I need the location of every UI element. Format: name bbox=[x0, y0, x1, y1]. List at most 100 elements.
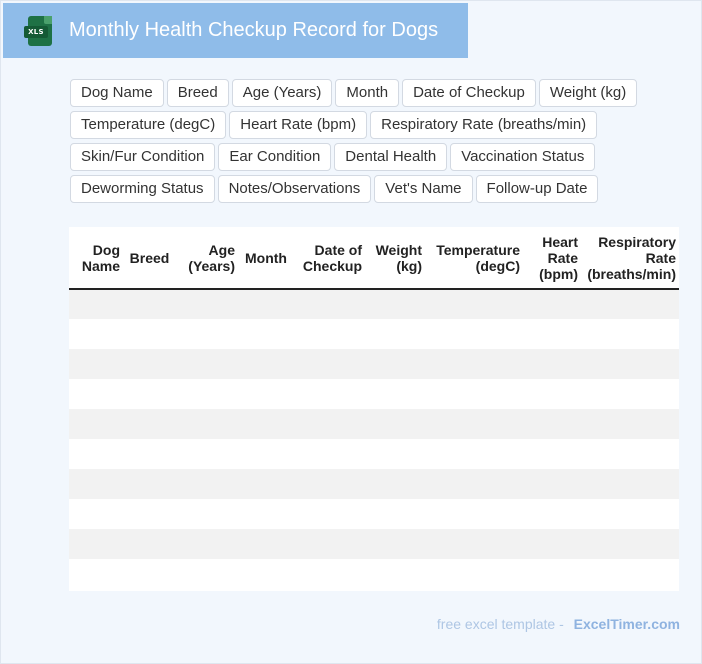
table-cell[interactable] bbox=[581, 379, 679, 409]
table-cell[interactable] bbox=[176, 379, 238, 409]
table-cell[interactable] bbox=[176, 559, 238, 589]
table-cell[interactable] bbox=[238, 409, 294, 439]
table-cell[interactable] bbox=[294, 319, 365, 349]
table-cell[interactable] bbox=[69, 529, 123, 559]
table-cell[interactable] bbox=[365, 379, 425, 409]
table-cell[interactable] bbox=[238, 469, 294, 499]
table-cell[interactable] bbox=[365, 499, 425, 529]
table-cell[interactable] bbox=[581, 319, 679, 349]
table-cell[interactable] bbox=[294, 439, 365, 469]
table-cell[interactable] bbox=[69, 289, 123, 319]
table-cell[interactable] bbox=[238, 289, 294, 319]
table-cell[interactable] bbox=[176, 319, 238, 349]
table-cell[interactable] bbox=[123, 409, 176, 439]
field-chip: Skin/Fur Condition bbox=[70, 143, 216, 171]
table-cell[interactable] bbox=[294, 379, 365, 409]
table-cell[interactable] bbox=[425, 559, 523, 589]
table-cell[interactable] bbox=[425, 409, 523, 439]
table-cell[interactable] bbox=[523, 529, 581, 559]
table-cell[interactable] bbox=[365, 409, 425, 439]
field-list: Dog Name Breed Age (Years) Month Date of Che… bbox=[70, 79, 690, 203]
table-cell[interactable] bbox=[425, 439, 523, 469]
table-cell[interactable] bbox=[176, 499, 238, 529]
table-cell[interactable] bbox=[238, 439, 294, 469]
table-row bbox=[69, 289, 679, 319]
table-cell[interactable] bbox=[238, 499, 294, 529]
table-cell[interactable] bbox=[69, 319, 123, 349]
table-cell[interactable] bbox=[425, 289, 523, 319]
table-cell[interactable] bbox=[523, 439, 581, 469]
table-cell[interactable] bbox=[123, 289, 176, 319]
table-cell[interactable] bbox=[176, 529, 238, 559]
table-cell[interactable] bbox=[425, 349, 523, 379]
table-cell[interactable] bbox=[69, 469, 123, 499]
column-header: Heart Rate (bpm) bbox=[523, 227, 581, 290]
table-cell[interactable] bbox=[365, 439, 425, 469]
table-cell[interactable] bbox=[581, 439, 679, 469]
table-cell[interactable] bbox=[523, 469, 581, 499]
table-cell[interactable] bbox=[123, 379, 176, 409]
footer-brand-link[interactable]: ExcelTimer.com bbox=[574, 616, 680, 632]
table-cell[interactable] bbox=[238, 379, 294, 409]
table-cell[interactable] bbox=[523, 319, 581, 349]
table-cell[interactable] bbox=[123, 469, 176, 499]
table-cell[interactable] bbox=[176, 409, 238, 439]
table-cell[interactable] bbox=[365, 319, 425, 349]
table-cell[interactable] bbox=[523, 409, 581, 439]
table-header-row: Dog Name Breed Age (Years) Month Date of Checku… bbox=[69, 227, 679, 290]
table-cell[interactable] bbox=[294, 469, 365, 499]
table-cell[interactable] bbox=[425, 529, 523, 559]
table-cell[interactable] bbox=[123, 499, 176, 529]
table-cell[interactable] bbox=[69, 439, 123, 469]
table-cell[interactable] bbox=[69, 559, 123, 589]
table-cell[interactable] bbox=[365, 349, 425, 379]
table-cell[interactable] bbox=[581, 559, 679, 589]
table-cell[interactable] bbox=[425, 499, 523, 529]
table-cell[interactable] bbox=[425, 379, 523, 409]
table-cell[interactable] bbox=[69, 349, 123, 379]
table-cell[interactable] bbox=[69, 379, 123, 409]
table-cell[interactable] bbox=[123, 319, 176, 349]
table-cell[interactable] bbox=[581, 499, 679, 529]
table-cell[interactable] bbox=[523, 499, 581, 529]
table-cell[interactable] bbox=[294, 559, 365, 589]
table-cell[interactable] bbox=[581, 289, 679, 319]
table-cell[interactable] bbox=[69, 499, 123, 529]
table-cell[interactable] bbox=[294, 349, 365, 379]
table-cell[interactable] bbox=[425, 469, 523, 499]
table-cell[interactable] bbox=[294, 499, 365, 529]
table-cell[interactable] bbox=[176, 469, 238, 499]
table-cell[interactable] bbox=[294, 409, 365, 439]
table-cell[interactable] bbox=[238, 349, 294, 379]
table-cell[interactable] bbox=[365, 529, 425, 559]
record-table-container: Dog Name Breed Age (Years) Month Date of Checku… bbox=[69, 227, 679, 591]
table-cell[interactable] bbox=[523, 379, 581, 409]
table-cell[interactable] bbox=[123, 559, 176, 589]
table-cell[interactable] bbox=[176, 289, 238, 319]
table-cell[interactable] bbox=[176, 349, 238, 379]
table-cell[interactable] bbox=[581, 529, 679, 559]
table-cell[interactable] bbox=[523, 289, 581, 319]
table-cell[interactable] bbox=[238, 559, 294, 589]
table-cell[interactable] bbox=[581, 409, 679, 439]
table-cell[interactable] bbox=[523, 349, 581, 379]
table-cell[interactable] bbox=[581, 349, 679, 379]
table-cell[interactable] bbox=[238, 319, 294, 349]
table-cell[interactable] bbox=[176, 439, 238, 469]
table-cell[interactable] bbox=[294, 529, 365, 559]
table-cell[interactable] bbox=[365, 559, 425, 589]
table-cell[interactable] bbox=[581, 469, 679, 499]
record-table: Dog Name Breed Age (Years) Month Date of Checku… bbox=[69, 227, 679, 589]
field-chip: Heart Rate (bpm) bbox=[229, 111, 368, 139]
table-cell[interactable] bbox=[238, 529, 294, 559]
table-cell[interactable] bbox=[365, 289, 425, 319]
table-cell[interactable] bbox=[365, 469, 425, 499]
table-cell[interactable] bbox=[69, 409, 123, 439]
table-cell[interactable] bbox=[123, 529, 176, 559]
table-cell[interactable] bbox=[123, 439, 176, 469]
column-header-line: Dog bbox=[92, 241, 120, 258]
table-cell[interactable] bbox=[123, 349, 176, 379]
table-cell[interactable] bbox=[294, 289, 365, 319]
table-cell[interactable] bbox=[523, 559, 581, 589]
table-cell[interactable] bbox=[425, 319, 523, 349]
